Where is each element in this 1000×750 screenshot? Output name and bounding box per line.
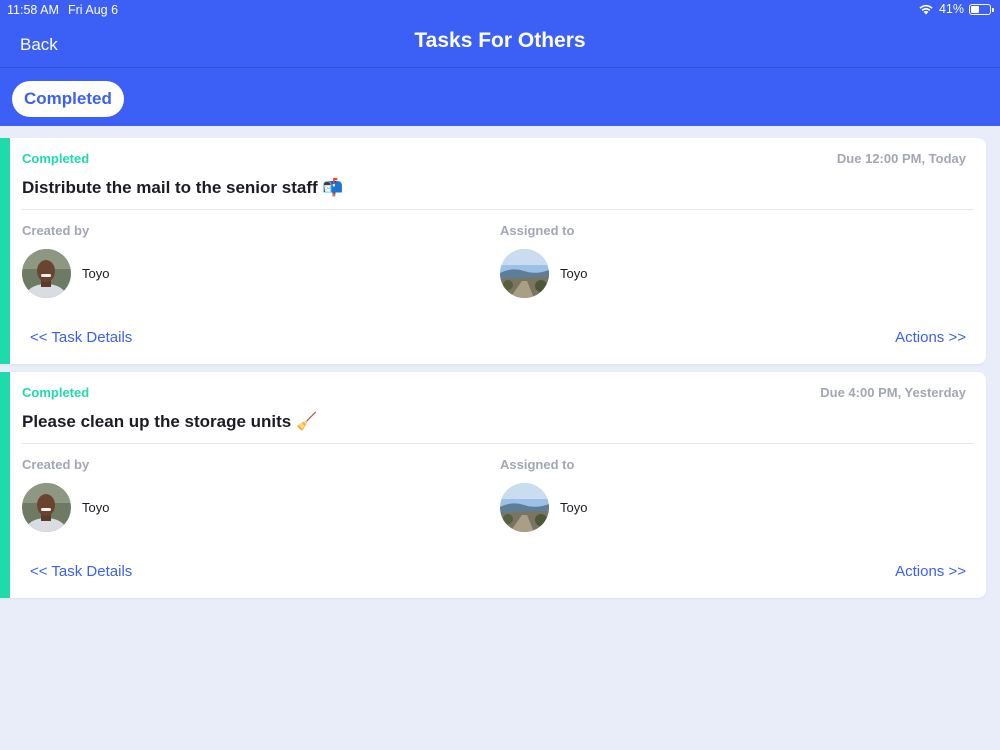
status-time: 11:58 AM (7, 3, 59, 17)
status-accent-bar (0, 372, 10, 598)
task-title: Distribute the mail to the senior staff … (22, 178, 344, 197)
task-card[interactable]: Completed Due 12:00 PM, Today Distribute… (0, 138, 986, 364)
creator-avatar[interactable] (22, 483, 71, 532)
filter-chip-completed[interactable]: Completed (12, 81, 124, 117)
battery-level (971, 5, 979, 13)
created-by-label: Created by (22, 223, 90, 238)
assignee-name: Toyo (560, 500, 588, 515)
task-details-link[interactable]: << Task Details (30, 563, 132, 580)
task-card[interactable]: Completed Due 4:00 PM, Yesterday Please … (0, 372, 986, 598)
actions-link[interactable]: Actions >> (895, 329, 966, 346)
status-bar: 11:58 AM Fri Aug 6 41% (0, 0, 1000, 20)
status-accent-bar (0, 138, 10, 364)
task-status: Completed (22, 151, 90, 166)
task-due-date: Due 4:00 PM, Yesterday (820, 385, 966, 400)
page-title: Tasks For Others (414, 29, 586, 52)
card-divider (22, 443, 974, 444)
actions-link[interactable]: Actions >> (895, 563, 966, 580)
assigned-to-label: Assigned to (500, 223, 575, 238)
creator-name: Toyo (82, 266, 110, 281)
creator-avatar[interactable] (22, 249, 71, 298)
assignee-avatar[interactable] (500, 483, 549, 532)
battery-icon (969, 3, 994, 15)
creator-name: Toyo (82, 500, 110, 515)
assignee-name: Toyo (560, 266, 588, 281)
navigation-bar: Back Tasks For Others (0, 20, 1000, 68)
task-status: Completed (22, 385, 90, 400)
status-indicators: 41% (918, 2, 994, 16)
card-divider (22, 209, 974, 210)
assignee-avatar[interactable] (500, 249, 549, 298)
task-due-date: Due 12:00 PM, Today (836, 151, 966, 166)
task-title: Please clean up the storage units 🧹 (22, 412, 318, 431)
assigned-to-label: Assigned to (500, 457, 575, 472)
header: 11:58 AM Fri Aug 6 41% Back Tasks For Ot… (0, 0, 1000, 126)
status-date: Fri Aug 6 (68, 3, 119, 17)
wifi-icon (919, 4, 933, 15)
task-details-link[interactable]: << Task Details (30, 329, 132, 346)
created-by-label: Created by (22, 457, 90, 472)
battery-percent: 41% (938, 2, 964, 16)
